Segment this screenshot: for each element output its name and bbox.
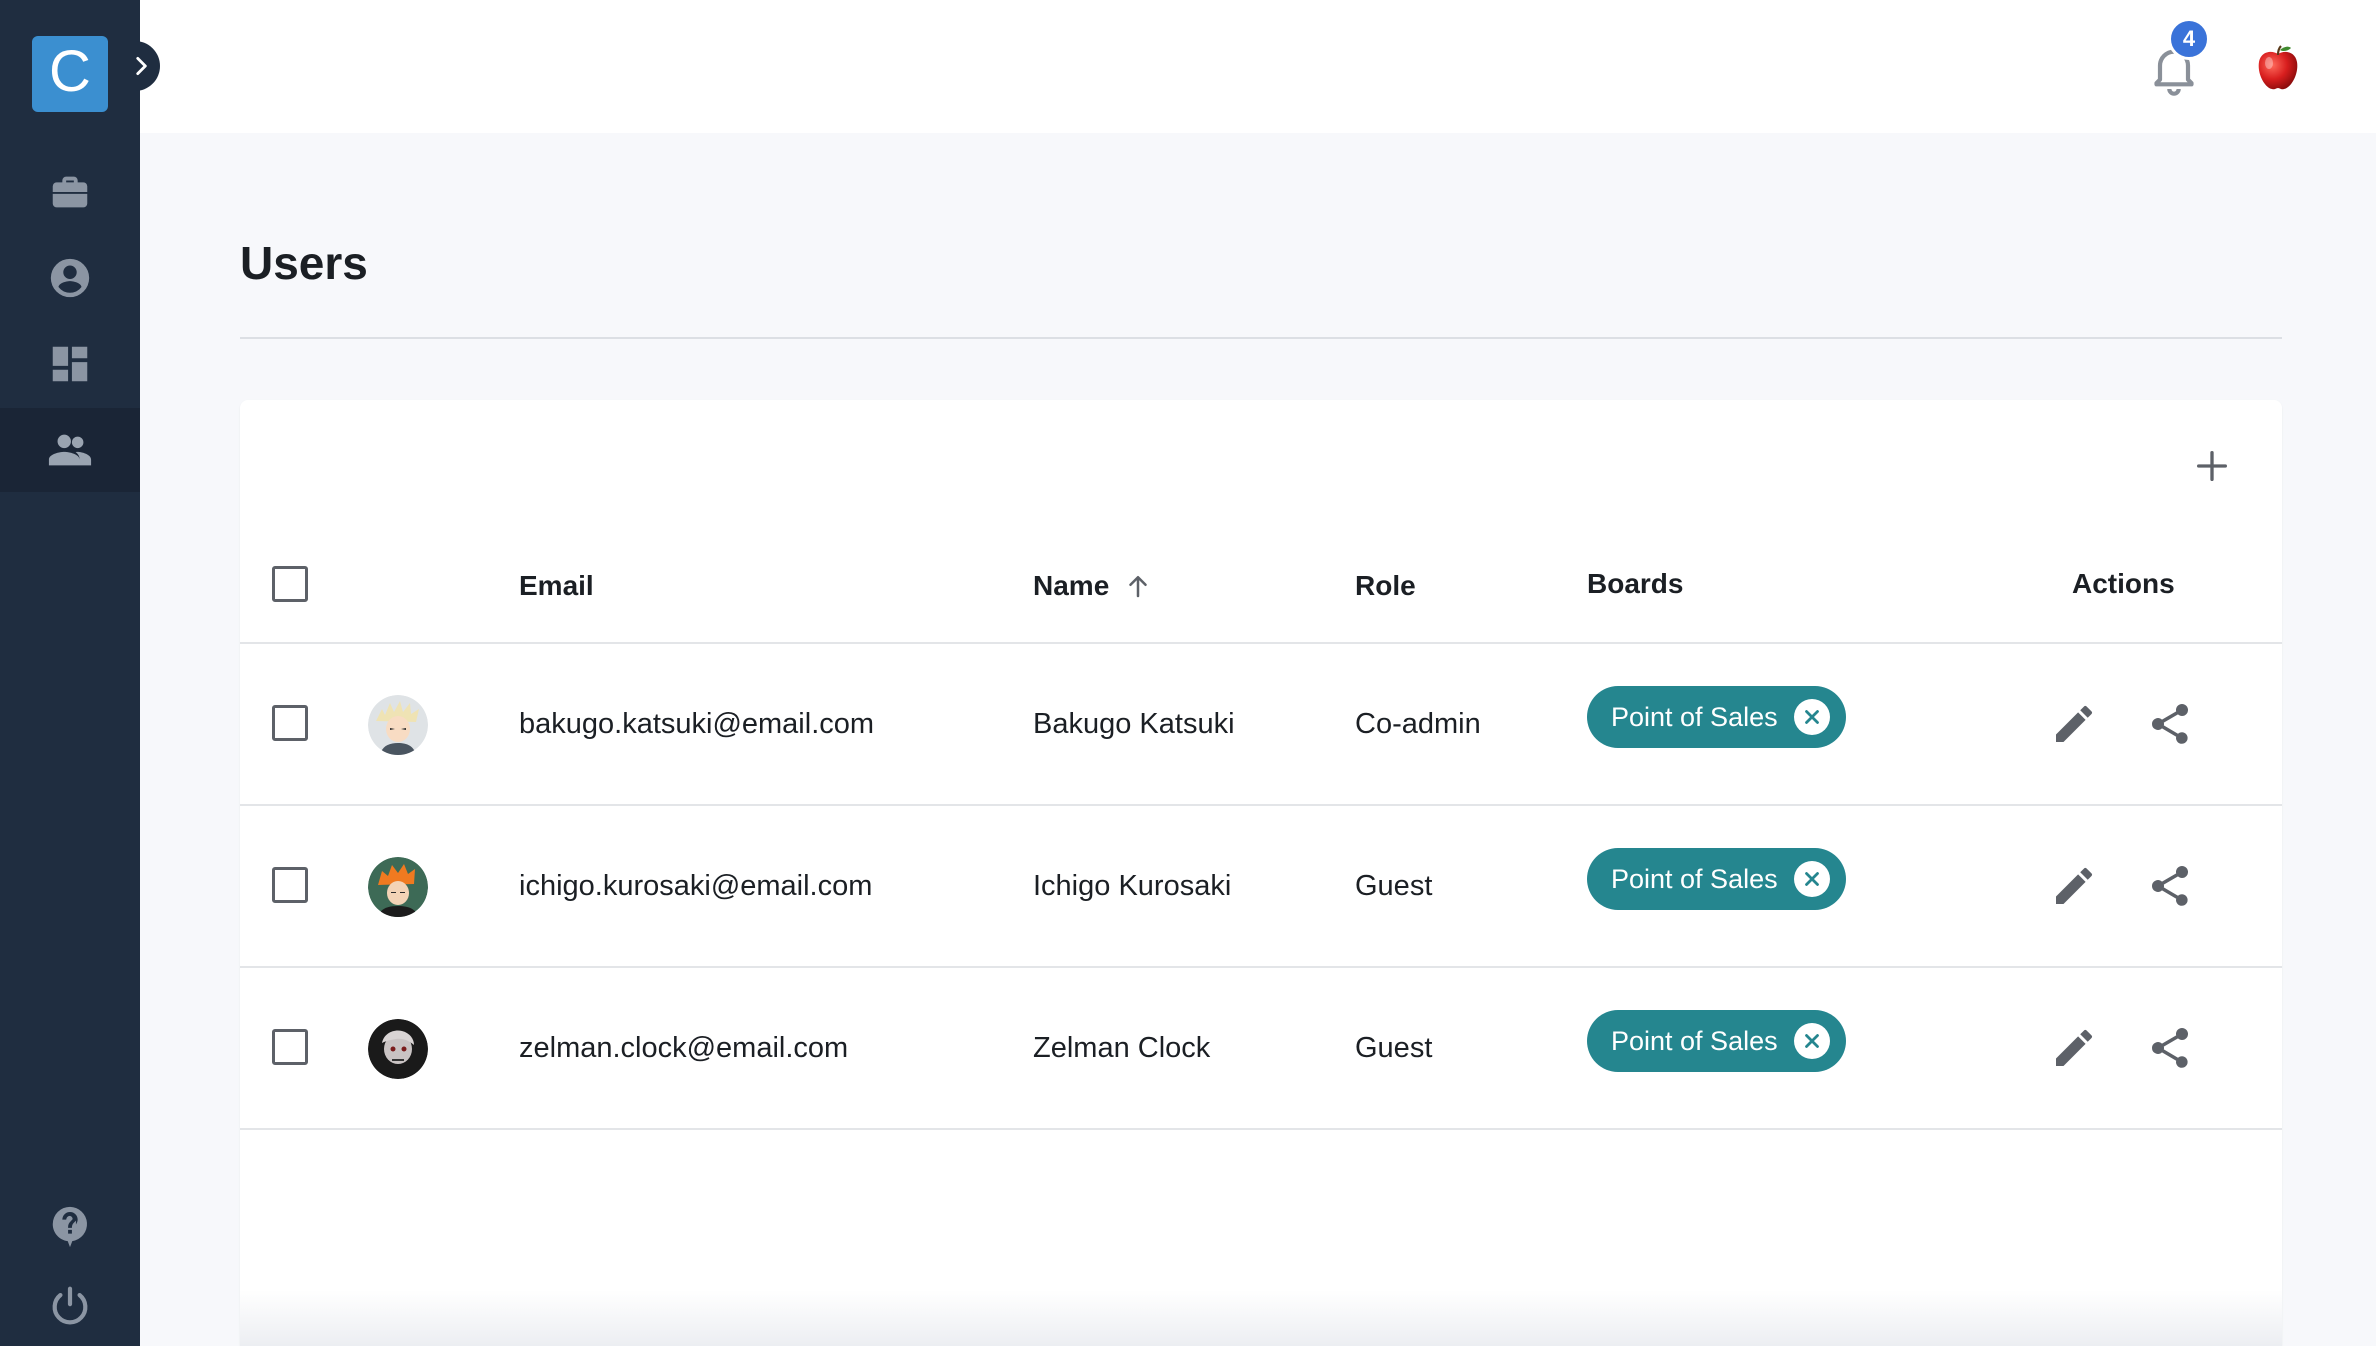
column-header-name[interactable]: Name [1033, 570, 1153, 602]
row-role: Guest [1355, 870, 1433, 902]
column-header-role[interactable]: Role [1355, 570, 1416, 602]
board-chip[interactable]: Point of Sales [1587, 1010, 1846, 1072]
sidebar-item-projects[interactable] [0, 150, 140, 234]
avatar [368, 695, 428, 755]
board-chip-label: Point of Sales [1611, 701, 1778, 732]
close-circle-icon[interactable] [1793, 699, 1830, 735]
row-email: zelman.clock@email.com [519, 1032, 849, 1064]
share-icon[interactable] [2146, 862, 2194, 910]
table-row: zelman.clock@email.com Zelman Clock Gues… [240, 968, 2282, 1130]
users-table-card: Email Name Role Boards Actions bakugo.ka… [240, 400, 2282, 1346]
account-circle-icon [50, 258, 90, 298]
select-all-checkbox[interactable] [272, 566, 308, 602]
top-bar [140, 0, 2376, 133]
column-header-boards[interactable]: Boards [1587, 568, 1683, 600]
avatar [368, 857, 428, 917]
table-row: ichigo.kurosaki@email.com Ichigo Kurosak… [240, 806, 2282, 968]
row-checkbox[interactable] [272, 1029, 308, 1065]
board-chip[interactable]: Point of Sales [1587, 686, 1846, 748]
board-chip-label: Point of Sales [1611, 863, 1778, 894]
row-checkbox[interactable] [272, 867, 308, 903]
pencil-icon[interactable] [2050, 700, 2098, 748]
board-chip[interactable]: Point of Sales [1587, 848, 1846, 910]
row-name: Bakugo Katsuki [1033, 708, 1235, 740]
title-divider [240, 337, 2282, 339]
page-title: Users [240, 237, 368, 289]
close-circle-icon[interactable] [1793, 1023, 1830, 1059]
row-name: Ichigo Kurosaki [1033, 870, 1232, 902]
sidebar-item-profile[interactable] [0, 236, 140, 320]
logo-letter: C [49, 39, 91, 104]
row-email: bakugo.katsuki@email.com [519, 708, 875, 740]
table-row: bakugo.katsuki@email.com Bakugo Katsuki … [240, 644, 2282, 806]
row-name: Zelman Clock [1033, 1032, 1211, 1064]
close-circle-icon[interactable] [1793, 861, 1830, 897]
avatar [368, 1019, 428, 1079]
column-header-name-label: Name [1033, 570, 1110, 601]
sidebar-item-users[interactable] [0, 408, 140, 492]
power-icon [52, 1286, 88, 1325]
row-email: ichigo.kurosaki@email.com [519, 870, 873, 902]
row-role: Guest [1355, 1032, 1433, 1064]
sidebar: C [0, 0, 140, 1346]
sidebar-item-logout[interactable] [0, 1264, 140, 1346]
scroll-fade [240, 1290, 2282, 1346]
user-avatar[interactable] [2248, 38, 2308, 98]
sidebar-item-help[interactable] [0, 1184, 140, 1268]
column-header-actions: Actions [2072, 568, 2175, 599]
help-icon [52, 1206, 87, 1248]
dashboard-icon [52, 346, 88, 382]
pencil-icon[interactable] [2050, 1024, 2098, 1072]
app-logo[interactable]: C [32, 36, 108, 112]
people-icon [48, 434, 92, 466]
board-chip-label: Point of Sales [1611, 1025, 1778, 1056]
notification-badge: 4 [2168, 18, 2210, 60]
arrow-up-icon [1129, 576, 1148, 598]
row-checkbox[interactable] [272, 705, 308, 741]
plus-icon [2197, 451, 2227, 481]
sidebar-item-dashboard[interactable] [0, 322, 140, 406]
row-role: Co-admin [1355, 708, 1481, 740]
pencil-icon[interactable] [2050, 862, 2098, 910]
add-user-button[interactable] [2186, 440, 2238, 492]
column-header-email[interactable]: Email [519, 570, 594, 602]
chevron-right-icon [136, 57, 147, 75]
share-icon[interactable] [2146, 1024, 2194, 1072]
share-icon[interactable] [2146, 700, 2194, 748]
briefcase-icon [52, 176, 88, 208]
